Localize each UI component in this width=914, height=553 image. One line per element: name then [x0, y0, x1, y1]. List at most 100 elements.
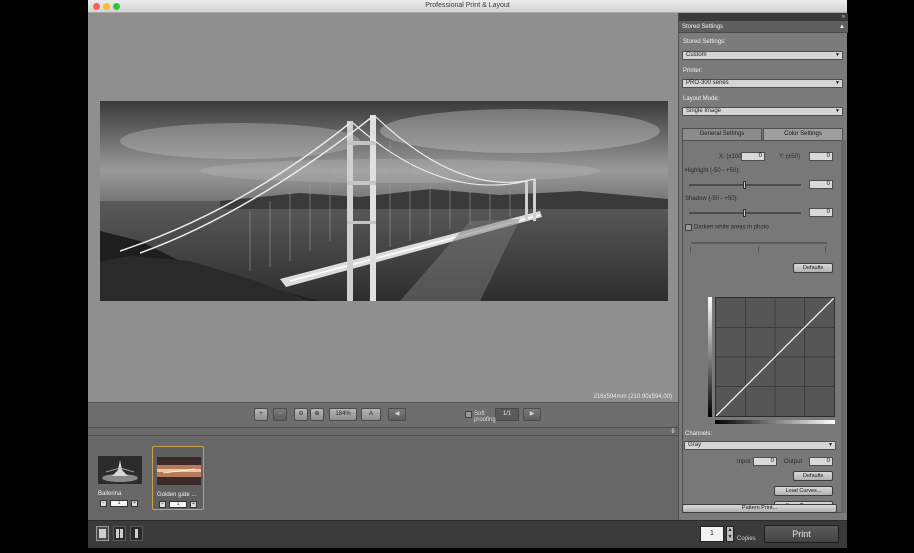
color-settings-panel: X: (±100) 0 Y: (±50) 0 Highlight (-50 - …: [682, 140, 843, 513]
preview-photo-golden-gate[interactable]: [100, 101, 668, 301]
increase-copies-button[interactable]: +: [190, 501, 197, 508]
channels-label: Channels:: [685, 431, 713, 437]
darken-white-areas-toggle[interactable]: Darken white areas in photo: [685, 224, 769, 231]
thumbnail-item[interactable]: Ballerina − 1 +: [94, 446, 146, 510]
decrease-copies-button[interactable]: −: [159, 501, 166, 508]
thumbnail-name: Golden gate ...: [157, 492, 197, 498]
copies-stepper-icon[interactable]: ▲ ▼: [726, 526, 734, 542]
printer-value: PRO-300 series: [686, 80, 729, 86]
darken-slider[interactable]: [691, 242, 827, 244]
title-bar: Professional Print & Layout: [88, 0, 847, 13]
x-label: X: (±100): [719, 154, 744, 160]
highlight-field[interactable]: 0: [809, 180, 833, 189]
sidebar-collapse-icon[interactable]: »: [679, 13, 848, 21]
page-indicator: 1/1: [495, 408, 519, 421]
app-window: Professional Print & Layout 216x594mm (2…: [88, 0, 848, 548]
tone-curve-graph[interactable]: [715, 297, 835, 417]
stored-settings-label: Stored Settings:: [683, 39, 726, 45]
soft-proofing-label: Soft proofing: [474, 411, 496, 423]
thumbnail-copies-stepper[interactable]: − 1 +: [98, 500, 140, 508]
shadow-slider-handle[interactable]: [743, 209, 746, 217]
zoom-level-select[interactable]: 184%: [329, 408, 357, 421]
x-field[interactable]: 0: [741, 152, 765, 161]
thumbnail-name: Ballerina: [98, 491, 122, 497]
previous-page-button[interactable]: ◀: [388, 408, 406, 421]
stored-settings-section-header[interactable]: Stored Settings ▲: [679, 21, 848, 33]
print-dimensions-label: 216x594mm (210.90x594.00): [593, 394, 672, 400]
darken-slider-tick-left: |: [690, 247, 692, 253]
channels-value: Gray: [688, 442, 702, 448]
chevron-down-icon: ▼: [835, 108, 840, 114]
next-page-button[interactable]: ▶: [523, 408, 541, 421]
y-label: Y: (±50): [779, 154, 800, 160]
print-preview-area[interactable]: 216x594mm (210.90x594.00): [88, 13, 678, 402]
soft-proofing-checkbox[interactable]: [465, 411, 472, 418]
channels-select[interactable]: Gray ▼: [684, 441, 836, 450]
printer-select[interactable]: PRO-300 series ▼: [682, 79, 843, 88]
shadow-slider[interactable]: [689, 209, 801, 217]
delete-page-button[interactable]: −: [273, 408, 287, 421]
darken-slider-tick-right: |: [825, 247, 827, 253]
thumbnail-divider: ⇓: [88, 427, 678, 436]
layout-mode-select[interactable]: Single Image ▼: [682, 107, 843, 116]
darken-slider-tick-mid: |: [758, 247, 760, 253]
settings-sidebar: » Stored Settings ▲ Stored Settings: Cus…: [678, 13, 848, 520]
thumbnail-strip: Ballerina − 1 + Golden gate ... − 1 +: [88, 436, 678, 520]
printer-label: Printer:: [683, 68, 703, 74]
thumbnail-copies-stepper[interactable]: − 1 +: [157, 501, 199, 509]
print-button[interactable]: Print: [764, 525, 839, 543]
y-field[interactable]: 0: [809, 152, 833, 161]
output-gradient-bar: [708, 297, 712, 417]
view-toolbar: + − ⊖ ⊕ 184% A ◀ 1/1 ▶ Soft proofing: [88, 402, 678, 426]
highlight-slider-handle[interactable]: [743, 181, 746, 189]
decrease-copies-button[interactable]: −: [100, 500, 107, 507]
copies-input[interactable]: 1: [700, 526, 724, 542]
zoom-out-icon[interactable]: ⊖: [294, 408, 308, 421]
output-field[interactable]: 0: [809, 457, 833, 466]
highlight-slider[interactable]: [689, 181, 801, 189]
chevron-up-icon: ▲: [839, 24, 845, 30]
highlight-label: Highlight (-50 - +50):: [685, 168, 740, 174]
darken-white-areas-label: Darken white areas in photo: [693, 224, 769, 231]
layout-mode-value: Single Image: [686, 108, 722, 114]
sidebar-scrollbar[interactable]: [841, 140, 846, 513]
tab-general-settings[interactable]: General Settings: [682, 128, 762, 140]
section-title: Stored Settings: [682, 24, 724, 30]
golden-gate-thumbnail-image: [157, 457, 201, 485]
thumbnail-item-selected[interactable]: Golden gate ... − 1 +: [152, 446, 204, 510]
darken-white-areas-checkbox[interactable]: [685, 224, 692, 231]
chevron-down-icon: ▼: [835, 52, 840, 58]
stored-settings-value: Custom: [686, 52, 707, 58]
shadow-label: Shadow (-50 - +50):: [685, 196, 739, 202]
settings-tabs: General Settings Color Settings: [682, 128, 843, 140]
chevron-down-icon: ▼: [828, 442, 833, 448]
layout-mode-label: Layout Mode:: [683, 96, 720, 102]
collapse-thumbnails-icon[interactable]: ⇓: [670, 428, 676, 435]
load-curves-button[interactable]: Load Curves...: [774, 486, 833, 496]
increase-copies-button[interactable]: +: [131, 500, 138, 507]
window-title: Professional Print & Layout: [425, 2, 510, 9]
thumbnail-copies-value[interactable]: 1: [110, 500, 128, 507]
layout-single-icon[interactable]: [96, 526, 109, 541]
tab-color-settings[interactable]: Color Settings: [763, 128, 843, 140]
pattern-print-button[interactable]: Pattern Print...: [682, 504, 837, 513]
soft-proofing-toggle[interactable]: Soft proofing: [465, 411, 496, 423]
input-field[interactable]: 0: [753, 457, 777, 466]
bottom-bar: 1 ▲ ▼ Copies Print: [88, 520, 847, 548]
zoom-in-icon[interactable]: ⊕: [310, 408, 324, 421]
layout-double-icon[interactable]: [113, 526, 126, 541]
add-page-button[interactable]: +: [254, 408, 268, 421]
input-gradient-bar: [715, 420, 835, 424]
ballerina-thumbnail-image: [98, 456, 142, 484]
view-mode-select[interactable]: A: [361, 408, 381, 421]
copies-label: Copies: [737, 536, 756, 542]
chevron-down-icon: ▼: [835, 80, 840, 86]
thumbnail-copies-value[interactable]: 1: [169, 501, 187, 508]
layout-strip-icon[interactable]: [130, 526, 143, 541]
defaults-button[interactable]: Defaults: [793, 263, 833, 273]
shadow-field[interactable]: 0: [809, 208, 833, 217]
stored-settings-select[interactable]: Custom ▼: [682, 51, 843, 60]
output-label: Output: [784, 459, 803, 465]
input-label: Input: [737, 459, 751, 465]
curve-defaults-button[interactable]: Defaults: [793, 471, 833, 481]
